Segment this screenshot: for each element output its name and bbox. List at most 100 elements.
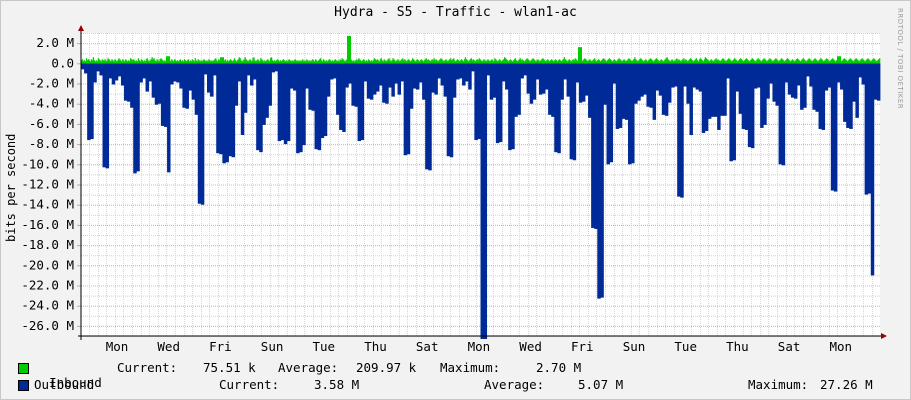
outbound-bar bbox=[139, 63, 143, 83]
outbound-bar bbox=[194, 63, 199, 115]
x-tick-label: Sun bbox=[261, 339, 284, 354]
outbound-bar bbox=[772, 63, 776, 102]
outbound-bar bbox=[797, 63, 801, 86]
outbound-bar bbox=[517, 63, 521, 115]
outbound-bar bbox=[391, 63, 395, 97]
outbound-bar bbox=[403, 63, 408, 156]
outbound-bar bbox=[520, 63, 524, 79]
x-tick-label: Tue bbox=[674, 339, 697, 354]
outbound-bar bbox=[262, 63, 266, 125]
outbound-bar bbox=[471, 63, 475, 72]
outbound-bar bbox=[428, 63, 432, 171]
outbound-bar bbox=[600, 63, 604, 298]
outbound-bar bbox=[637, 63, 641, 101]
outbound-bar bbox=[145, 63, 149, 92]
outbound-bar bbox=[809, 63, 813, 87]
outbound-bar bbox=[234, 63, 239, 106]
outbound-bar bbox=[90, 63, 94, 140]
outbound-bar bbox=[250, 63, 254, 86]
outbound-bar bbox=[157, 63, 162, 104]
outbound-bar bbox=[332, 63, 337, 79]
x-axis-arrow bbox=[881, 333, 887, 339]
outbound-bar bbox=[698, 63, 703, 92]
outbound-bar bbox=[222, 63, 226, 164]
outbound-bar bbox=[397, 63, 401, 95]
outbound-bar bbox=[658, 63, 663, 96]
outbound-bar bbox=[717, 63, 721, 130]
outbound-bar bbox=[425, 63, 429, 170]
outbound-bar bbox=[99, 63, 103, 76]
outbound-bar bbox=[210, 63, 214, 97]
outbound-bar bbox=[775, 63, 779, 106]
x-axis-ticks: Mon Wed Fri Sun Tue Thu Sat Mon Wed Fri Sun Tue Thu S… bbox=[106, 339, 852, 354]
outbound-bar bbox=[443, 63, 448, 97]
outbound-maximum-value: 27.26 M bbox=[820, 377, 873, 392]
outbound-bar bbox=[81, 63, 85, 70]
outbound-bar bbox=[526, 63, 531, 94]
outbound-bar bbox=[182, 63, 186, 108]
outbound-bar bbox=[409, 63, 414, 109]
outbound-bar bbox=[502, 63, 506, 82]
y-tick-label: 0.0 bbox=[51, 55, 74, 70]
outbound-bar bbox=[243, 63, 248, 113]
outbound-bar bbox=[449, 63, 454, 158]
outbound-bar bbox=[228, 63, 232, 157]
outbound-bar bbox=[557, 63, 561, 154]
y-axis-arrow bbox=[78, 25, 84, 31]
outbound-bar bbox=[523, 63, 527, 76]
outbound-bar bbox=[207, 63, 211, 93]
outbound-bar bbox=[173, 63, 177, 82]
outbound-bar bbox=[704, 63, 709, 131]
y-tick-label: -16.0 M bbox=[21, 217, 74, 232]
outbound-bar bbox=[741, 63, 746, 129]
outbound-bar bbox=[714, 63, 718, 117]
outbound-bar bbox=[400, 63, 405, 82]
outbound-bar bbox=[603, 63, 607, 105]
outbound-bar bbox=[852, 63, 856, 102]
outbound-bar bbox=[729, 63, 733, 162]
outbound-bar bbox=[366, 63, 371, 99]
outbound-bar bbox=[661, 63, 666, 115]
outbound-bar bbox=[800, 63, 804, 110]
outbound-bar bbox=[575, 63, 580, 83]
outbound-bar bbox=[680, 63, 684, 198]
outbound-bar bbox=[628, 63, 632, 165]
y-axis-ticks: 2.0 M 0.0 -2.0 M -4.0 M -6.0 M -8.0 M -10.0 M -… bbox=[21, 35, 81, 333]
outbound-bar bbox=[631, 63, 635, 164]
outbound-bar bbox=[434, 63, 438, 95]
outbound-bar bbox=[148, 63, 153, 82]
outbound-bar bbox=[191, 63, 196, 100]
outbound-bar bbox=[412, 63, 417, 89]
outbound-bar bbox=[692, 63, 697, 88]
y-tick-label: -14.0 M bbox=[21, 197, 74, 212]
outbound-bar bbox=[849, 63, 853, 129]
x-tick-label: Wed bbox=[157, 339, 180, 354]
outbound-bar bbox=[806, 63, 810, 77]
outbound-bar bbox=[437, 63, 441, 79]
outbound-bar bbox=[793, 63, 798, 99]
outbound-bar bbox=[840, 63, 844, 90]
outbound-bar bbox=[508, 63, 512, 151]
outbound-bar bbox=[474, 63, 478, 141]
outbound-bar bbox=[480, 63, 484, 340]
outbound-bar bbox=[188, 63, 193, 91]
outbound-bar bbox=[308, 63, 312, 110]
outbound-bar bbox=[185, 63, 189, 109]
y-tick-label: -20.0 M bbox=[21, 257, 74, 272]
outbound-bar bbox=[757, 63, 761, 88]
outbound-bar bbox=[108, 63, 113, 79]
outbound-bar bbox=[821, 63, 826, 130]
outbound-bar bbox=[640, 63, 644, 97]
outbound-bar bbox=[293, 63, 297, 91]
outbound-bar bbox=[843, 63, 847, 122]
outbound-bar bbox=[686, 63, 690, 104]
outbound-bar bbox=[179, 63, 183, 89]
outbound-bar bbox=[683, 63, 687, 87]
outbound-bar bbox=[323, 63, 328, 137]
outbound-bar bbox=[219, 63, 223, 155]
outbound-bar bbox=[277, 63, 282, 142]
outbound-bar bbox=[105, 63, 110, 169]
outbound-bar bbox=[584, 63, 589, 96]
outbound-bar bbox=[732, 63, 736, 161]
outbound-bar bbox=[160, 63, 165, 126]
